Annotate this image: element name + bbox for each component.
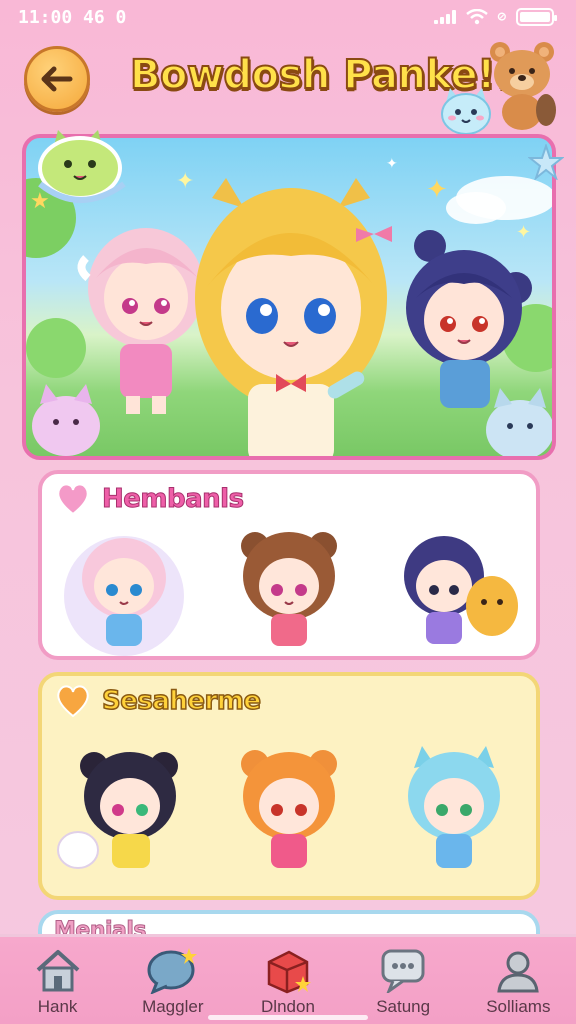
home-indicator[interactable] [208,1015,368,1020]
svg-text:✦: ✦ [386,156,398,172]
nav-label: Solliams [486,997,551,1016]
svg-text:✦: ✦ [176,169,194,194]
character-avatar [240,532,337,646]
heart-icon [57,685,89,718]
nav-item-maggler[interactable]: Maggler [123,945,223,1017]
nav-item-satung[interactable]: Satung [353,945,453,1017]
character-card[interactable] [219,738,359,886]
profile-icon [497,951,540,993]
section-header: Sesaherme [54,684,262,718]
character-card[interactable] [54,738,194,886]
signal-icon [433,10,456,24]
lock-icon: ⊘ [497,9,506,25]
nav-label: Maggler [142,997,204,1016]
section-card-2[interactable]: Sesaherme [38,672,540,900]
nav-label: Dlndon [261,997,315,1016]
status-bar: 11:00 46 0 ⊘ [0,0,576,34]
character-row [42,514,536,664]
nav-label: Satung [376,997,431,1016]
character-card[interactable] [54,516,194,664]
section-header: Hembanls [54,482,245,516]
arrow-left-icon [41,66,73,92]
star-sticker-icon [528,144,564,180]
wifi-icon [465,9,488,25]
bottom-nav: Hank Maggler Dlndon Satung Solliams [0,934,576,1024]
svg-text:✦: ✦ [516,222,531,243]
blue-cat-mascot-icon [441,88,491,135]
character-avatar [407,746,500,868]
green-mascot-sticker-icon: ★ [30,130,126,214]
character-card[interactable] [219,516,359,664]
character-row [42,736,536,886]
nav-label: Hank [37,997,78,1016]
status-icons: ⊘ [433,8,557,26]
svg-text:✦: ✦ [426,175,448,205]
section-card-1[interactable]: Hembanls [38,470,540,660]
message-icon [381,949,425,993]
character-avatar [403,536,518,644]
back-button[interactable] [24,46,90,112]
character-card[interactable] [384,738,524,886]
nav-item-solliams[interactable]: Solliams [468,945,568,1017]
battery-icon [516,8,557,26]
status-time: 11:00 46 0 [18,6,127,28]
home-icon [36,950,79,992]
character-card[interactable] [384,516,524,664]
character-avatar [240,750,337,868]
nav-item-home[interactable]: Hank [8,945,108,1017]
character-avatar [64,536,185,656]
chat-bubble-icon [147,948,197,994]
heart-icon [57,483,89,516]
section-title: Sesaherme [101,685,262,717]
gift-box-icon [267,950,311,994]
header: Bowdosh Panke!! [0,38,576,135]
section-title: Hembanls [102,484,245,515]
svg-text:★: ★ [30,189,50,214]
nav-item-dlndon[interactable]: Dlndon [238,945,338,1017]
character-avatar [57,752,179,869]
